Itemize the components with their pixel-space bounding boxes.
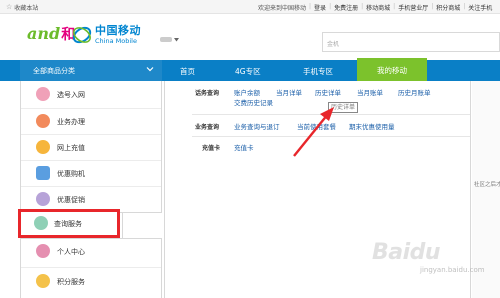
- sidebar-item-phone-deals[interactable]: 优惠购机: [21, 161, 161, 187]
- nav-my-mobile[interactable]: 我的移动: [357, 58, 427, 81]
- link-history-bill[interactable]: 历史月账单: [398, 87, 431, 97]
- all-categories-label: 全部商品分类: [33, 67, 75, 75]
- register-link[interactable]: 免费注册: [334, 3, 358, 12]
- sidebar-item-label: 查询服务: [54, 220, 82, 228]
- link-business-unsubscribe[interactable]: 业务查询与退订: [234, 121, 280, 131]
- search-input[interactable]: 金机: [322, 32, 500, 52]
- link-history-detail[interactable]: 历史详单: [315, 87, 341, 97]
- star-icon: ☆: [6, 3, 13, 11]
- top-link-hall[interactable]: 手机营业厅: [398, 3, 428, 12]
- sidebar-item-label: 选号入网: [57, 91, 85, 99]
- link-current-bill[interactable]: 当月账单: [357, 87, 383, 97]
- favorite-label: 收藏本站: [14, 5, 39, 12]
- sidebar-item-recharge[interactable]: 网上充值: [21, 135, 161, 161]
- and-logo[interactable]: and 和: [27, 24, 75, 44]
- sidebar-item-label: 积分服务: [57, 278, 85, 286]
- header: and 和 中国移动 China Mobile 金机: [0, 15, 500, 57]
- nav-home[interactable]: 首页: [180, 60, 195, 81]
- points-icon: [36, 274, 50, 288]
- phone-icon: [36, 166, 50, 180]
- sidebar-item-personal-center[interactable]: 个人中心: [21, 239, 161, 265]
- all-categories-header[interactable]: 全部商品分类: [20, 60, 162, 81]
- sidebar-item-label: 网上充值: [57, 144, 85, 152]
- top-utility-bar: ☆ 收藏本站 欢迎来到中国移动 | 登录 | 免费注册 | 移动商城 | 手机营…: [0, 0, 500, 14]
- gift-icon: [36, 192, 50, 206]
- brand-en: China Mobile: [95, 37, 137, 45]
- category-sidebar: 选号入网 业务办理 网上充值 优惠购机 优惠促销: [20, 81, 162, 213]
- yuan-icon: [36, 140, 50, 154]
- city-selector[interactable]: [160, 37, 179, 42]
- user-icon: [36, 244, 50, 258]
- page: ☆ 收藏本站 欢迎来到中国移动 | 登录 | 免费注册 | 移动商城 | 手机营…: [0, 0, 500, 298]
- top-link-mall[interactable]: 移动商城: [366, 3, 390, 12]
- top-right-links: 欢迎来到中国移动 | 登录 | 免费注册 | 移动商城 | 手机营业厅 | 积分…: [258, 3, 493, 12]
- china-mobile-brand[interactable]: 中国移动 China Mobile: [95, 24, 141, 45]
- category-sidebar-lower: 个人中心 积分服务: [20, 238, 162, 298]
- and-logo-text: and: [27, 24, 61, 43]
- link-current-detail[interactable]: 当月详单: [276, 87, 302, 97]
- sidebar-item-label: 个人中心: [57, 248, 85, 256]
- nav-phones[interactable]: 手机专区: [303, 60, 333, 81]
- sidebar-item-label: 优惠促销: [57, 196, 85, 204]
- sidebar-item-label: 优惠购机: [57, 170, 85, 178]
- link-usage[interactable]: 期末优惠使用量: [349, 121, 395, 131]
- sidebar-item-label: 业务办理: [57, 118, 85, 126]
- china-mobile-logo-icon: [72, 26, 92, 44]
- section-label-recharge-card: 充值卡: [202, 145, 221, 152]
- chevron-down-icon: [174, 37, 179, 41]
- sidebar-item-business[interactable]: 业务办理: [21, 109, 161, 135]
- top-link-points[interactable]: 积分商城: [436, 3, 460, 12]
- top-link-follow[interactable]: 关注手机: [468, 3, 492, 12]
- red-arrow-annotation-icon: [293, 107, 334, 157]
- link-account-balance[interactable]: 账户余额: [234, 87, 260, 97]
- welcome-text: 欢迎来到中国移动: [258, 5, 307, 12]
- baidu-watermark: Baidu: [372, 240, 441, 265]
- section-label-business-query: 业务查询: [195, 124, 220, 131]
- city-name-blurred: [160, 37, 172, 42]
- link-recharge-card[interactable]: 充值卡: [234, 142, 254, 152]
- sidebar-item-number[interactable]: 选号入网: [21, 82, 161, 108]
- edge-text: 社区之后才前: [474, 182, 500, 188]
- business-icon: [36, 114, 50, 128]
- login-link[interactable]: 登录: [314, 3, 326, 12]
- link-payment-history[interactable]: 交费历史记录: [234, 97, 273, 107]
- magnifier-icon: [34, 216, 48, 230]
- chevron-down-icon: [146, 67, 154, 72]
- sidebar-item-query-service[interactable]: 查询服务: [18, 209, 120, 238]
- sidebar-item-points[interactable]: 积分服务: [21, 269, 161, 295]
- sim-card-icon: [36, 87, 50, 101]
- brand-cn: 中国移动: [95, 24, 141, 37]
- nav-4g[interactable]: 4G专区: [235, 60, 261, 81]
- section-label-call-query: 话务查询: [195, 90, 220, 97]
- favorite-link[interactable]: ☆ 收藏本站: [6, 3, 39, 13]
- baidu-watermark-sub: jingyan.baidu.com: [420, 266, 485, 274]
